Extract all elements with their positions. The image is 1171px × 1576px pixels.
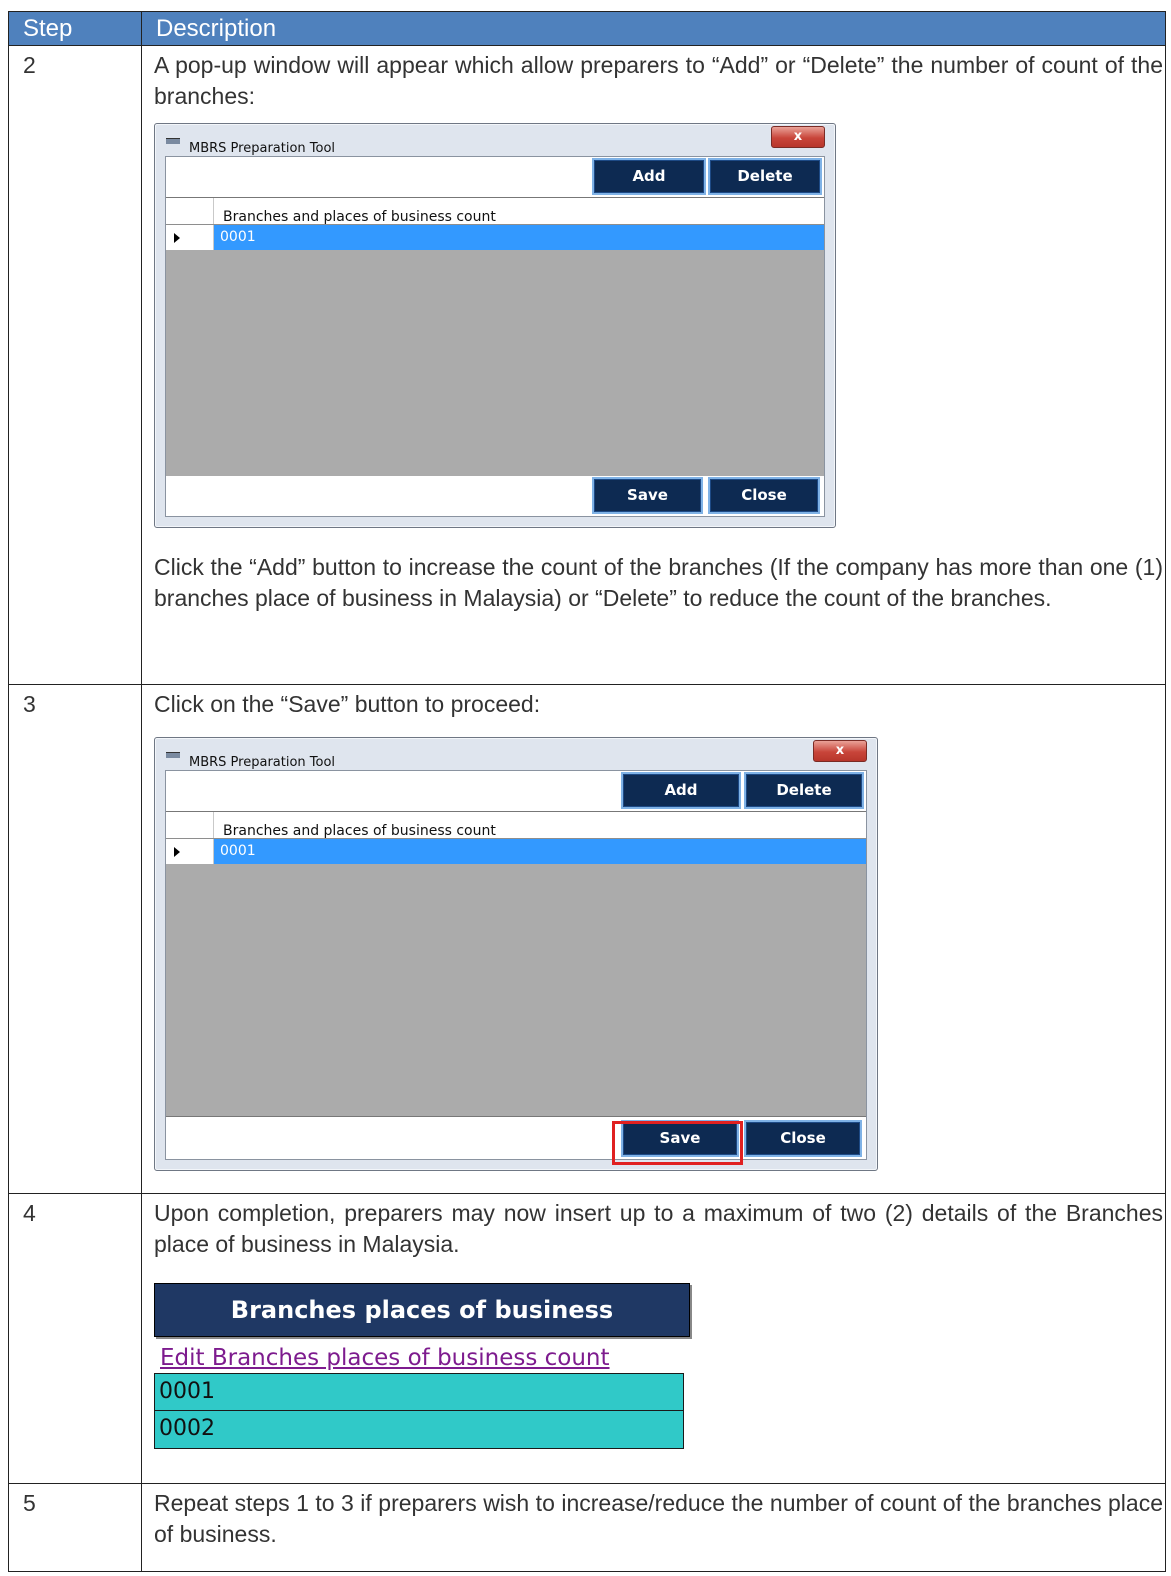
row-header-corner [166, 812, 214, 838]
save-button[interactable]: Save [594, 479, 701, 512]
row-selector[interactable] [166, 839, 214, 864]
dialog-titlebar: MBRS Preparation Tool x [155, 738, 877, 770]
add-button[interactable]: Add [594, 160, 704, 193]
header-step: Step [8, 11, 142, 46]
add-button[interactable]: Add [623, 774, 739, 807]
save-highlight-box [612, 1121, 743, 1165]
step-description: Click on the “Save” button to proceed: M… [141, 684, 1166, 1194]
app-icon [166, 138, 180, 144]
app-icon [166, 752, 180, 758]
table-row[interactable]: 0001 [166, 225, 824, 250]
dialog-client-area: Add Delete Branches and places of busine… [165, 770, 867, 1165]
grid-header: Branches and places of business count [166, 198, 824, 225]
table-row[interactable]: 0001 [166, 839, 866, 864]
step-description: Upon completion, preparers may now inser… [141, 1193, 1166, 1484]
branches-grid[interactable]: Branches and places of business count 00… [166, 197, 824, 478]
step-text: Repeat steps 1 to 3 if preparers wish to… [154, 1490, 1163, 1547]
step-text: Upon completion, preparers may now inser… [154, 1200, 1163, 1257]
table-header-row: Step Description [8, 11, 1166, 46]
branch-row-2[interactable]: 0002 [154, 1411, 684, 1449]
window-close-button[interactable]: x [813, 740, 867, 762]
branch-row-1[interactable]: 0001 [154, 1373, 684, 1411]
dialog-footer: Save Close [166, 476, 824, 516]
edit-branches-link[interactable]: Edit Branches places of business count [160, 1343, 1163, 1373]
section-title: Branches places of business [154, 1283, 690, 1337]
dialog-toolbar: Add Delete [166, 157, 824, 197]
row-header-corner [166, 198, 214, 224]
step-text-continued: Click the “Add” button to increase the c… [154, 554, 1163, 611]
dialog-footer: Save Close [166, 1119, 866, 1159]
grid-header: Branches and places of business count [166, 812, 866, 839]
table-row: 5 Repeat steps 1 to 3 if preparers wish … [8, 1483, 1166, 1572]
header-description: Description [141, 11, 1166, 46]
step-description: A pop-up window will appear which allow … [141, 45, 1166, 685]
table-row: 2 A pop-up window will appear which allo… [8, 45, 1166, 685]
step-number: 2 [8, 45, 142, 685]
branch-count-cell[interactable]: 0001 [214, 839, 866, 864]
step-text: A pop-up window will appear which allow … [154, 52, 1163, 109]
window-close-button[interactable]: x [771, 126, 825, 148]
branch-count-cell[interactable]: 0001 [214, 225, 824, 250]
close-button[interactable]: Close [710, 479, 818, 512]
close-button[interactable]: Close [746, 1122, 860, 1155]
step-description: Repeat steps 1 to 3 if preparers wish to… [141, 1483, 1166, 1572]
table-row: 3 Click on the “Save” button to proceed:… [8, 684, 1166, 1194]
step-text: Click on the “Save” button to proceed: [154, 691, 541, 717]
dialog-titlebar: MBRS Preparation Tool x [155, 124, 835, 156]
step-number: 3 [8, 684, 142, 1194]
dialog-window: MBRS Preparation Tool x Add Delete Branc… [154, 123, 836, 528]
branches-grid[interactable]: Branches and places of business count 00… [166, 811, 866, 1117]
delete-button[interactable]: Delete [710, 160, 820, 193]
instruction-table: Step Description 2 A pop-up window will … [8, 11, 1166, 1572]
step-number: 4 [8, 1193, 142, 1484]
table-row: 4 Upon completion, preparers may now ins… [8, 1193, 1166, 1484]
delete-button[interactable]: Delete [746, 774, 862, 807]
step-number: 5 [8, 1483, 142, 1572]
dialog-window: MBRS Preparation Tool x Add Delete Branc… [154, 737, 878, 1171]
row-selector[interactable] [166, 225, 214, 250]
dialog-client-area: Add Delete Branches and places of busine… [165, 156, 825, 517]
dialog-toolbar: Add Delete [166, 771, 866, 811]
row-pointer-icon [174, 233, 180, 243]
row-pointer-icon [174, 847, 180, 857]
